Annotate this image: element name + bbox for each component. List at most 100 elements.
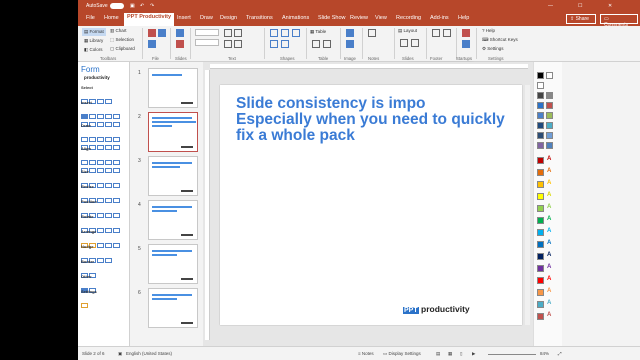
insert-tools[interactable] bbox=[81, 114, 125, 127]
file-tool-icon[interactable] bbox=[148, 40, 156, 48]
font-color-icon[interactable]: A bbox=[547, 228, 551, 234]
tab-ppt-productivity[interactable]: PPT Productivity bbox=[124, 13, 175, 26]
font-color-icon[interactable]: A bbox=[547, 216, 551, 222]
clipboard-button[interactable]: ▢ Clipboard bbox=[110, 46, 135, 52]
color-swatch[interactable] bbox=[537, 122, 544, 129]
shape-tool-icon[interactable] bbox=[292, 29, 300, 37]
slide-thumbnail[interactable] bbox=[148, 68, 198, 108]
resize-tools[interactable] bbox=[81, 190, 125, 203]
help-button[interactable]: ? Help bbox=[482, 28, 495, 33]
image-tool-icon[interactable] bbox=[346, 40, 354, 48]
align-tools[interactable] bbox=[81, 160, 125, 173]
arrange-tools[interactable] bbox=[81, 235, 125, 248]
color-swatch[interactable] bbox=[537, 313, 544, 320]
footer-tool-icon[interactable] bbox=[432, 29, 440, 37]
slide-title[interactable]: Slide consistency is impo Especially whe… bbox=[236, 96, 522, 144]
file-tool-icon[interactable] bbox=[148, 29, 156, 37]
slides-tool-icon[interactable] bbox=[176, 40, 184, 48]
save-icon[interactable]: ▣ bbox=[130, 3, 135, 9]
color-swatch[interactable] bbox=[546, 122, 553, 129]
font-color-icon[interactable]: A bbox=[547, 312, 551, 318]
bold-icon[interactable] bbox=[224, 29, 232, 37]
spacing-box[interactable] bbox=[195, 39, 219, 46]
color-swatch[interactable] bbox=[537, 301, 544, 308]
draw-tools[interactable] bbox=[81, 129, 125, 142]
tab-home[interactable]: Home bbox=[104, 15, 119, 21]
slide-thumbnail-selected[interactable] bbox=[148, 112, 198, 152]
tab-slide-show[interactable]: Slide Show bbox=[318, 15, 346, 21]
colors-button[interactable]: ◧ Colors bbox=[82, 46, 105, 54]
language-label[interactable]: English (United States) bbox=[126, 351, 172, 356]
tab-insert[interactable]: Insert bbox=[177, 15, 191, 21]
font-color-icon[interactable]: A bbox=[547, 276, 551, 282]
color-swatch[interactable] bbox=[537, 82, 544, 89]
image-tool-icon[interactable] bbox=[346, 29, 354, 37]
size-tools[interactable] bbox=[81, 175, 125, 188]
tab-recording[interactable]: Recording bbox=[396, 15, 421, 21]
color-swatch[interactable] bbox=[537, 72, 544, 79]
rotate-tools[interactable] bbox=[81, 220, 125, 233]
align-left-icon[interactable] bbox=[224, 40, 232, 48]
font-color-icon[interactable]: A bbox=[547, 192, 551, 198]
table-tool-icon[interactable] bbox=[312, 40, 320, 48]
notes-tool-icon[interactable] bbox=[368, 29, 376, 37]
slide-thumbnail[interactable] bbox=[148, 244, 198, 284]
notes-button[interactable]: ≡ Notes bbox=[358, 351, 374, 356]
color-swatch[interactable] bbox=[537, 205, 544, 212]
color-swatch[interactable] bbox=[546, 112, 553, 119]
table-button[interactable]: ▦ Table bbox=[310, 29, 326, 35]
footer-tool-icon[interactable] bbox=[443, 29, 451, 37]
font-color-icon[interactable]: A bbox=[547, 288, 551, 294]
shape-tool-icon[interactable] bbox=[270, 29, 278, 37]
color-swatch[interactable] bbox=[537, 289, 544, 296]
shape-tool-icon[interactable] bbox=[281, 40, 289, 48]
color-swatch[interactable] bbox=[537, 229, 544, 236]
align-tools[interactable] bbox=[81, 152, 125, 165]
tab-transitions[interactable]: Transitions bbox=[246, 15, 273, 21]
chart-button[interactable]: ▥ Chart bbox=[110, 28, 127, 34]
settings-button[interactable]: ⚙ Settings bbox=[482, 46, 504, 52]
italic-icon[interactable] bbox=[234, 29, 242, 37]
font-size-box[interactable] bbox=[195, 29, 219, 36]
slide-thumbnail[interactable] bbox=[148, 288, 198, 328]
slides-tool-icon[interactable] bbox=[176, 29, 184, 37]
tab-review[interactable]: Review bbox=[350, 15, 368, 21]
font-color-icon[interactable]: A bbox=[547, 168, 551, 174]
autosave-toggle[interactable] bbox=[110, 3, 124, 9]
undo-icon[interactable]: ↶ bbox=[140, 3, 144, 9]
library-button[interactable]: ▦ Library bbox=[82, 37, 105, 45]
insert-tools[interactable] bbox=[81, 106, 125, 119]
shape-tool-icon[interactable] bbox=[270, 40, 278, 48]
tab-view[interactable]: View bbox=[375, 15, 387, 21]
font-color-icon[interactable]: A bbox=[547, 300, 551, 306]
table-tool-icon[interactable] bbox=[323, 40, 331, 48]
maximize-icon[interactable]: ☐ bbox=[578, 3, 582, 9]
color-swatch[interactable] bbox=[537, 217, 544, 224]
nudge-tools[interactable] bbox=[81, 250, 125, 263]
border-tools[interactable] bbox=[81, 265, 125, 278]
tab-design[interactable]: Design bbox=[220, 15, 237, 21]
draw-tools[interactable] bbox=[81, 137, 125, 150]
tab-add-ins[interactable]: Add-ins bbox=[430, 15, 449, 21]
comments-button[interactable]: ▭ Comments bbox=[600, 14, 638, 28]
font-color-icon[interactable]: A bbox=[547, 156, 551, 162]
tab-file[interactable]: File bbox=[86, 15, 95, 21]
format-button[interactable]: ▤ Format bbox=[82, 28, 106, 36]
position-tools[interactable] bbox=[81, 205, 125, 218]
minimize-icon[interactable]: — bbox=[548, 3, 553, 9]
color-swatch[interactable] bbox=[537, 102, 544, 109]
color-swatch[interactable] bbox=[537, 181, 544, 188]
color-swatch[interactable] bbox=[546, 92, 553, 99]
color-swatch[interactable] bbox=[546, 72, 553, 79]
shortcut-keys-button[interactable]: ⌨ Shortcut Keys bbox=[482, 37, 518, 43]
close-icon[interactable]: ✕ bbox=[608, 3, 612, 9]
color-swatch[interactable] bbox=[546, 132, 553, 139]
color-swatch[interactable] bbox=[537, 265, 544, 272]
layout-button[interactable]: ▤ Layout bbox=[398, 28, 417, 34]
selection-button[interactable]: ⬚ Selection bbox=[110, 37, 134, 43]
startups-tool-icon[interactable] bbox=[462, 40, 470, 48]
other-tools[interactable] bbox=[81, 280, 125, 293]
color-swatch[interactable] bbox=[537, 241, 544, 248]
slides-tool-icon[interactable] bbox=[411, 39, 419, 47]
color-swatch[interactable] bbox=[537, 169, 544, 176]
